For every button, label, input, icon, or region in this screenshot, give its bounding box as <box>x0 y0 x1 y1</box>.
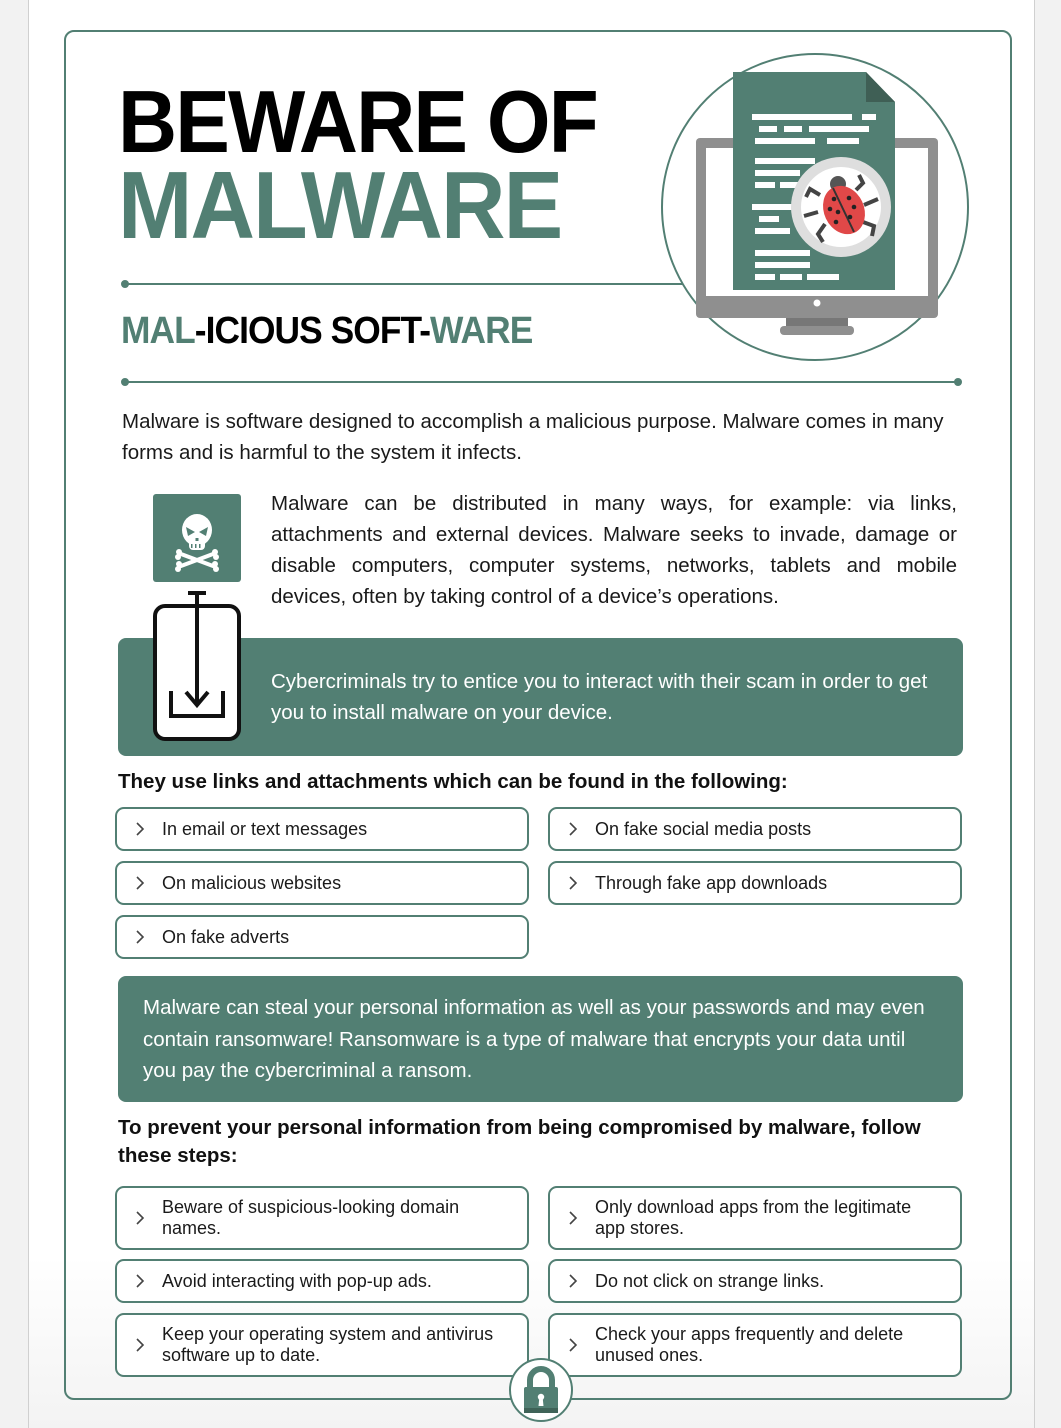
download-to-device-icon <box>153 591 241 741</box>
subtitle-part-mal: MAL <box>121 310 196 352</box>
source-item: On malicious websites <box>115 861 529 905</box>
step-item-label: Keep your operating system and antivirus… <box>162 1324 494 1365</box>
intro-paragraph: Malware is software designed to accompli… <box>122 410 944 464</box>
chevron-right-icon <box>117 929 162 945</box>
callout-entice: Cybercriminals try to entice you to inte… <box>118 638 963 756</box>
step-item-label: Check your apps frequently and delete un… <box>595 1324 904 1365</box>
source-item-label: Through fake app downloads <box>595 872 828 893</box>
source-item: On fake social media posts <box>548 807 962 851</box>
step-item: Beware of suspicious-looking domain name… <box>115 1186 529 1250</box>
chevron-right-icon <box>550 1210 595 1226</box>
chevron-right-icon <box>550 875 595 891</box>
chevron-right-icon <box>117 1210 162 1226</box>
distribution-paragraph: Malware can be distributed in many ways,… <box>271 492 957 608</box>
chevron-right-icon <box>117 821 162 837</box>
chevron-right-icon <box>117 875 162 891</box>
source-item-label: On malicious websites <box>162 872 342 893</box>
source-item-label: On fake social media posts <box>595 818 812 839</box>
padlock-icon <box>509 1358 573 1422</box>
source-item: In email or text messages <box>115 807 529 851</box>
chevron-right-icon <box>550 821 595 837</box>
step-item-label: Only download apps from the legitimate a… <box>595 1197 912 1238</box>
subtitle-part-icious-soft: -ICIOUS SOFT- <box>194 310 431 352</box>
divider-top <box>125 283 685 285</box>
step-item: Avoid interacting with pop-up ads. <box>115 1259 529 1303</box>
subtitle: MAL-ICIOUS SOFT-WARE <box>121 310 533 353</box>
rule-dot <box>954 378 962 386</box>
steps-heading: To prevent your personal information fro… <box>118 1116 921 1167</box>
callout-ransomware-text: Malware can steal your personal informat… <box>143 996 925 1082</box>
subtitle-part-ware: WARE <box>430 310 533 352</box>
source-item-label: In email or text messages <box>162 818 368 839</box>
title-line-2: MALWARE <box>118 152 563 259</box>
callout-ransomware: Malware can steal your personal informat… <box>118 976 963 1102</box>
step-item: Keep your operating system and antivirus… <box>115 1313 529 1377</box>
skull-crossbones-icon <box>153 494 241 582</box>
step-item-label: Do not click on strange links. <box>595 1270 825 1291</box>
step-item: Do not click on strange links. <box>548 1259 962 1303</box>
chevron-right-icon <box>117 1337 162 1353</box>
chevron-right-icon <box>550 1273 595 1289</box>
step-item: Only download apps from the legitimate a… <box>548 1186 962 1250</box>
sources-heading: They use links and attachments which can… <box>118 770 788 793</box>
chevron-right-icon <box>117 1273 162 1289</box>
source-item: On fake adverts <box>115 915 529 959</box>
step-item-label: Beware of suspicious-looking domain name… <box>162 1197 460 1238</box>
monitor-document-bug-magnifier-icon <box>661 53 969 361</box>
step-item: Check your apps frequently and delete un… <box>548 1313 962 1377</box>
source-item: Through fake app downloads <box>548 861 962 905</box>
source-item-label: On fake adverts <box>162 926 290 947</box>
callout-entice-text: Cybercriminals try to entice you to inte… <box>271 670 928 724</box>
step-item-label: Avoid interacting with pop-up ads. <box>162 1270 432 1291</box>
chevron-right-icon <box>550 1337 595 1353</box>
divider-middle <box>125 381 958 383</box>
